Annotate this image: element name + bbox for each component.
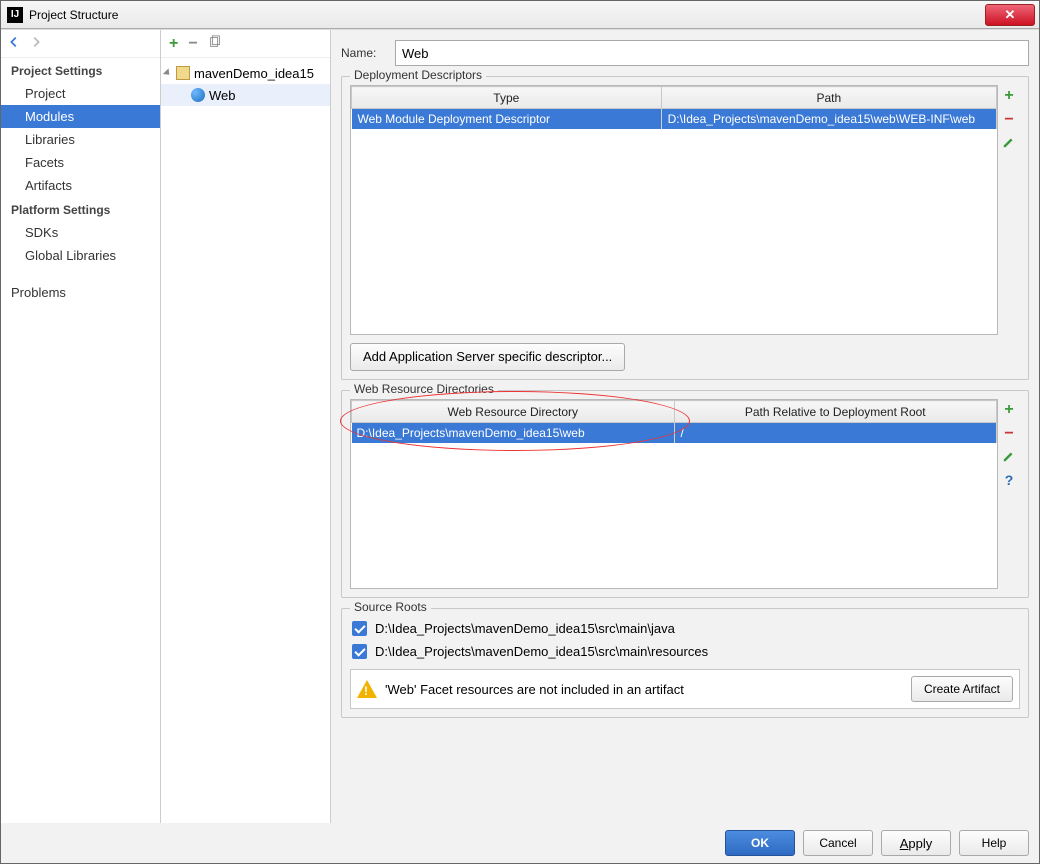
add-descriptor-icon[interactable]: + [1004,87,1013,105]
sidebar-item-artifacts[interactable]: Artifacts [1,174,160,197]
edit-descriptor-icon[interactable] [1002,135,1016,152]
help-icon[interactable]: ? [1005,472,1014,488]
sidebar-group-platform-settings: Platform Settings [1,197,160,221]
table-row[interactable]: / [352,423,997,443]
group-legend: Source Roots [350,600,431,614]
web-resource-dir-input[interactable] [352,424,674,442]
group-legend: Deployment Descriptors [350,68,486,82]
main-content: Name: Deployment Descriptors Type Path [331,30,1039,823]
tree-facet-label: Web [209,88,236,103]
name-label: Name: [341,46,395,60]
add-webres-icon[interactable]: + [1004,401,1013,419]
col-type[interactable]: Type [352,87,662,109]
module-tree-pane: + − mavenDemo_idea15 Web [161,30,331,823]
cell-path-relative: / [674,423,997,443]
sidebar-item-problems[interactable]: Problems [1,281,160,304]
close-button[interactable]: ✕ [985,4,1035,26]
sidebar-group-project-settings: Project Settings [1,58,160,82]
col-web-resource-dir[interactable]: Web Resource Directory [352,401,675,423]
col-path[interactable]: Path [661,87,996,109]
source-root-entry[interactable]: D:\Idea_Projects\mavenDemo_idea15\src\ma… [350,640,1020,663]
remove-icon[interactable]: − [188,35,197,53]
deployment-descriptors-table[interactable]: Type Path Web Module Deployment Descript… [350,85,998,335]
copy-icon[interactable] [208,35,222,52]
checkbox-checked[interactable] [352,621,367,636]
web-resource-table[interactable]: Web Resource Directory Path Relative to … [350,399,998,589]
nav-back-icon[interactable] [7,35,21,52]
web-icon [191,88,205,102]
sidebar-item-project[interactable]: Project [1,82,160,105]
deployment-descriptors-group: Deployment Descriptors Type Path Web Mod [341,76,1029,380]
cell-type: Web Module Deployment Descriptor [352,109,662,129]
sidebar-item-facets[interactable]: Facets [1,151,160,174]
web-resource-directories-group: Web Resource Directories Web Resource Di… [341,390,1029,598]
tree-facet-web-row[interactable]: Web [161,84,330,106]
group-legend: Web Resource Directories [350,382,498,396]
table-row[interactable]: Web Module Deployment Descriptor D:\Idea… [352,109,997,129]
warning-row: 'Web' Facet resources are not included i… [350,669,1020,709]
cell-path: D:\Idea_Projects\mavenDemo_idea15\web\WE… [661,109,996,129]
dialog-footer: OK Cancel Apply Help [1,823,1039,863]
cancel-button[interactable]: Cancel [803,830,873,856]
window-title: Project Structure [29,8,118,22]
expand-icon[interactable] [163,68,172,77]
source-roots-group: Source Roots D:\Idea_Projects\mavenDemo_… [341,608,1029,718]
col-path-relative[interactable]: Path Relative to Deployment Root [674,401,997,423]
create-artifact-button[interactable]: Create Artifact [911,676,1013,702]
sidebar-item-global-libraries[interactable]: Global Libraries [1,244,160,267]
tree-module-label: mavenDemo_idea15 [194,66,314,81]
source-root-path: D:\Idea_Projects\mavenDemo_idea15\src\ma… [375,644,708,659]
edit-webres-icon[interactable] [1002,449,1016,466]
add-icon[interactable]: + [169,35,178,53]
source-root-path: D:\Idea_Projects\mavenDemo_idea15\src\ma… [375,621,675,636]
sidebar-item-libraries[interactable]: Libraries [1,128,160,151]
sidebar-item-sdks[interactable]: SDKs [1,221,160,244]
settings-sidebar: Project Settings Project Modules Librari… [1,30,161,823]
apply-button[interactable]: Apply [881,830,951,856]
ok-button[interactable]: OK [725,830,795,856]
source-root-entry[interactable]: D:\Idea_Projects\mavenDemo_idea15\src\ma… [350,617,1020,640]
cell-web-resource-dir [352,423,675,443]
titlebar: IJ Project Structure ✕ [1,1,1039,29]
remove-webres-icon[interactable]: − [1004,425,1013,443]
warning-text: 'Web' Facet resources are not included i… [385,682,903,697]
sidebar-item-modules[interactable]: Modules [1,105,160,128]
warning-icon [357,680,377,698]
remove-descriptor-icon[interactable]: − [1004,111,1013,129]
app-icon: IJ [7,7,23,23]
add-server-descriptor-button[interactable]: Add Application Server specific descript… [350,343,625,371]
help-button[interactable]: Help [959,830,1029,856]
module-icon [176,66,190,80]
checkbox-checked[interactable] [352,644,367,659]
tree-module-row[interactable]: mavenDemo_idea15 [161,62,330,84]
nav-forward-icon[interactable] [29,35,43,52]
facet-name-input[interactable] [395,40,1029,66]
